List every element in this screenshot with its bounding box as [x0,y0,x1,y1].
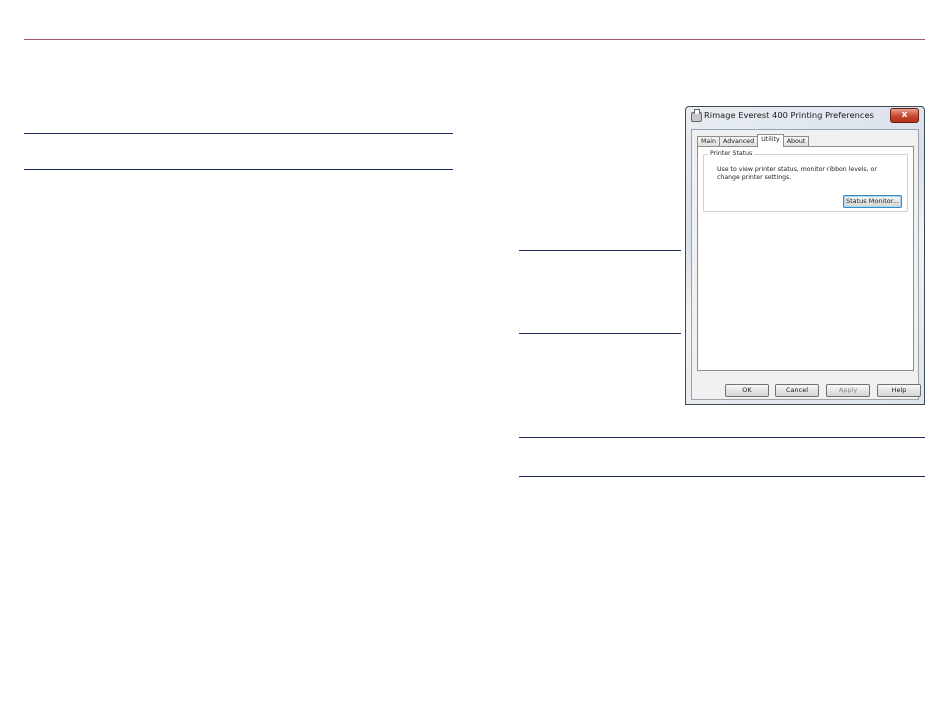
dialog-titlebar: Rimage Everest 400 Printing Preferences … [686,107,924,127]
printing-preferences-dialog: Rimage Everest 400 Printing Preferences … [685,106,925,405]
dialog-title: Rimage Everest 400 Printing Preferences [704,110,874,120]
left-section-rule-bottom [24,169,453,170]
header-rule [24,39,925,40]
utility-tab-panel: Printer Status Use to view printer statu… [697,146,914,371]
status-monitor-button[interactable]: Status Monitor... [843,195,902,208]
right-section-rule-bottom [519,476,925,477]
tab-strip: Main Advanced Utility About [697,134,810,147]
help-button[interactable]: Help [877,384,921,397]
apply-button[interactable]: Apply [826,384,870,397]
tab-utility[interactable]: Utility [757,134,784,147]
cancel-button[interactable]: Cancel [775,384,819,397]
callout-rule-1 [519,250,681,251]
printer-status-group: Printer Status Use to view printer statu… [703,150,908,212]
right-section-rule-top [519,437,925,438]
left-section-rule-top [24,133,453,134]
close-button[interactable]: x [890,108,919,123]
printer-status-label: Printer Status [708,150,755,157]
callout-rule-2 [519,333,681,334]
printer-status-description: Use to view printer status, monitor ribb… [717,166,877,181]
printer-icon [691,109,702,122]
ok-button[interactable]: OK [725,384,769,397]
dialog-client-area: Main Advanced Utility About Printer Stat… [691,129,921,400]
